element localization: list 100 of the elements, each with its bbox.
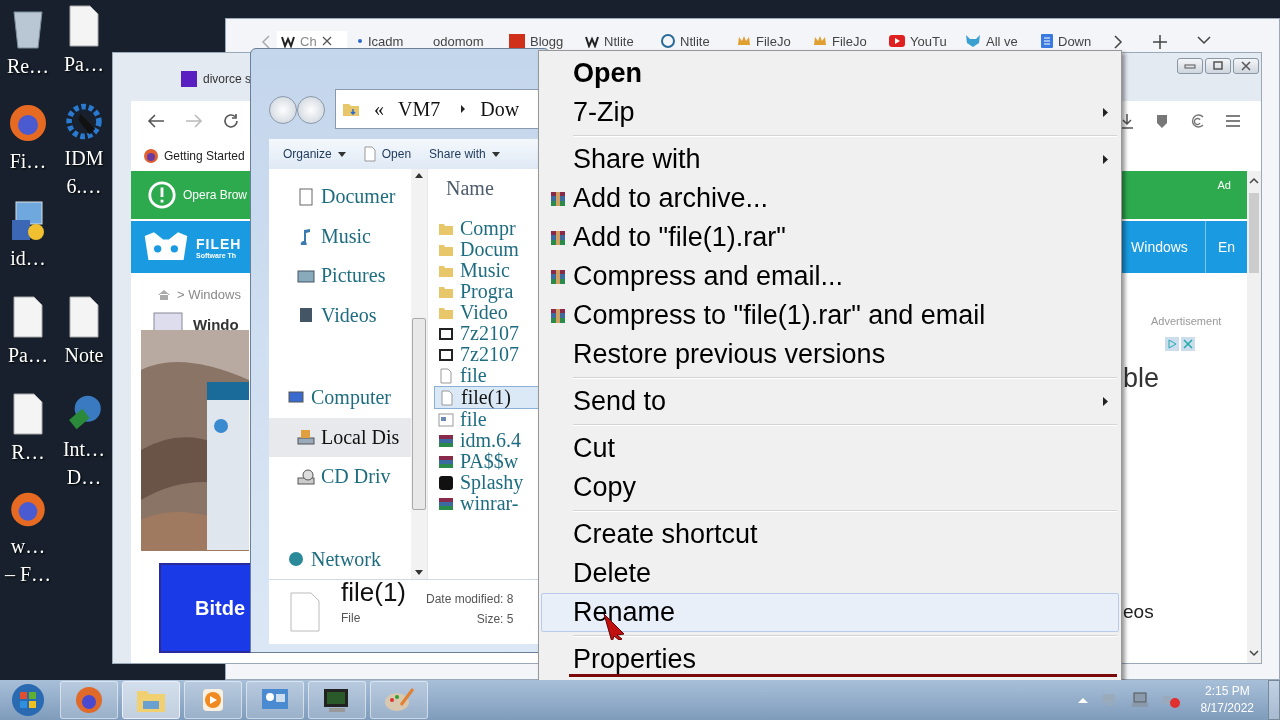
desktop-icon-label[interactable]: Pa… [8,343,48,367]
browser-tab[interactable]: odomom [429,31,499,51]
desktop-icon-label[interactable]: Re… [6,54,50,78]
home-icon[interactable] [157,288,171,301]
menu-item[interactable]: Share with [541,140,1119,179]
share-with-button[interactable]: Share with [425,145,504,163]
archive-icon [438,495,454,512]
desktop-icon-label[interactable]: Note [64,343,104,367]
scrollbar-thumb[interactable] [412,318,426,510]
menu-item[interactable]: Open [541,54,1119,93]
browser-tab[interactable]: Ntlite [657,31,727,51]
ad-label: Advertisement [1151,315,1222,327]
menu-item[interactable]: Copy [541,468,1119,507]
nav-item[interactable]: Documer [269,177,411,217]
firefox-icon [73,685,105,715]
archive-icon [438,432,454,449]
desktop-icon-label[interactable]: Int… [62,437,106,461]
reload-icon[interactable] [223,113,239,129]
desktop-icon-label[interactable]: id… [10,246,46,270]
caret-icon [337,151,346,157]
open-button[interactable]: Open [359,144,416,164]
nav-item[interactable]: Videos [269,295,411,335]
close-icon[interactable] [321,36,332,46]
menu-item[interactable]: Compress and email... [541,257,1119,296]
menu-item[interactable]: Rename [541,593,1119,632]
file-type: File [341,611,362,625]
maximize-button[interactable] [1205,58,1231,74]
back-button[interactable] [269,96,297,124]
file-name: file(1) [341,579,406,605]
ad-choices-icon[interactable] [1165,337,1195,351]
chevron-down-icon[interactable] [1197,35,1211,45]
archive-icon [549,229,566,246]
browser-tab[interactable]: Down [1037,31,1107,51]
nav-item[interactable]: Pictures [269,256,411,296]
show-hidden-icons[interactable] [1076,696,1089,704]
menu-item[interactable]: Delete [541,554,1119,593]
ad-label: Ad [1217,179,1231,191]
nav-item[interactable]: CD Driv [269,457,411,497]
breadcrumb[interactable]: > Windows [177,287,241,302]
menu-item[interactable]: Compress to "file(1).rar" and email [541,296,1119,335]
browser-tab[interactable]: Ntlite [581,31,651,51]
chevron-right-icon[interactable] [460,104,467,114]
nav-item[interactable]: Music [269,216,411,256]
browser-tab[interactable]: Icadm [353,31,423,51]
document-icon[interactable] [66,295,102,339]
menu-item[interactable]: 7-Zip [541,93,1119,132]
organize-button[interactable]: Organize [279,145,350,163]
nav-item[interactable]: Network [269,539,411,579]
scrollbar[interactable] [411,169,427,579]
scrollbar[interactable] [1247,171,1261,663]
nav-item[interactable]: Computer [269,378,411,418]
bookmark[interactable]: Getting Started [143,148,245,164]
browser-tab[interactable]: All ve [961,31,1031,51]
browser-tab[interactable]: FileJo [733,31,803,51]
close-button[interactable] [1233,58,1259,74]
chevron-right-icon[interactable] [1113,35,1123,49]
scroll-left-icon[interactable] [261,35,271,49]
desktop-icon-label[interactable]: 6.… [66,174,102,198]
size-label: Size: 5 [476,612,514,626]
browser-tab[interactable]: YouTu [885,31,955,51]
menu-item[interactable]: Create shortcut [541,515,1119,554]
promo-text: Opera Brow [183,188,248,202]
nav-item[interactable]: Local Dis [269,417,411,457]
caret-icon [491,151,500,157]
shield-icon[interactable] [1155,113,1169,129]
scroll-down-icon[interactable] [1249,649,1259,657]
document-icon[interactable] [10,392,46,436]
browser-tab[interactable]: FileJo [809,31,879,51]
desktop-icon-label[interactable]: Fi… [9,149,47,173]
address-bar[interactable]: « VM7 Dow [335,89,541,129]
file-icon [439,389,455,406]
favicon-icon [181,71,197,87]
scrollbar-thumb[interactable] [1249,193,1259,273]
show-desktop-button[interactable] [1268,680,1280,720]
menu-item[interactable]: Add to "file(1).rar" [541,218,1119,257]
desktop-icon-label[interactable]: – F… [4,562,52,586]
desktop-icon-label[interactable]: IDM [64,146,104,170]
desktop-icon-label[interactable]: R… [11,440,45,464]
menu-icon[interactable] [1225,114,1241,128]
menu-item[interactable]: Add to archive... [541,179,1119,218]
desktop-icon-label[interactable]: D… [66,465,102,489]
scroll-up-icon[interactable] [415,173,423,178]
minimize-button[interactable] [1177,58,1203,74]
document-icon[interactable] [10,295,46,339]
menu-item[interactable]: Properties [541,640,1119,679]
menu-item[interactable]: Restore previous versions [541,335,1119,374]
scroll-down-icon[interactable] [415,570,423,575]
forward-button[interactable] [297,96,325,124]
crown-icon [813,35,827,47]
browser-tab[interactable]: Blogg [505,31,575,51]
browser-tab[interactable]: divorce s [181,71,252,87]
menu-item[interactable]: Cut [541,429,1119,468]
back-icon[interactable] [147,113,165,129]
download-icon[interactable] [1119,113,1135,129]
new-tab-icon[interactable] [1153,35,1167,49]
desktop-icon-label[interactable]: w… [10,534,46,558]
document-icon[interactable] [66,4,102,48]
browser-tab[interactable]: Ch [277,31,347,51]
scroll-up-icon[interactable] [1249,177,1259,185]
desktop-icon-label[interactable]: Pa… [64,52,104,76]
